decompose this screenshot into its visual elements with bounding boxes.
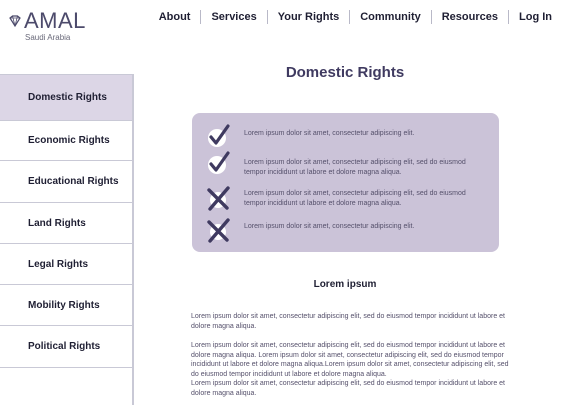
brand-subtitle: Saudi Arabia xyxy=(25,33,71,42)
sidebar-item-label: Political Rights xyxy=(28,341,101,352)
checklist-item: Lorem ipsum dolor sit amet, consectetur … xyxy=(206,185,484,211)
checklist-item-text: Lorem ipsum dolor sit amet, consectetur … xyxy=(244,159,466,176)
sidebar-item-label: Mobility Rights xyxy=(28,299,100,311)
checklist-item: Lorem ipsum dolor sit amet, consectetur … xyxy=(206,217,484,243)
sidebar-empty-slot xyxy=(0,367,133,405)
sidebar-item-land-rights[interactable]: Land Rights xyxy=(0,202,133,243)
cross-icon xyxy=(207,186,230,211)
checklist-item-text: Lorem ipsum dolor sit amet, consectetur … xyxy=(244,190,466,207)
sidebar-item-label: Economic Rights xyxy=(28,135,110,146)
sidebar-item-domestic-rights[interactable]: Domestic Rights xyxy=(0,74,133,120)
sidebar-item-label: Educational Rights xyxy=(28,176,119,187)
checklist-item: Lorem ipsum dolor sit amet, consectetur … xyxy=(206,150,484,178)
page-title: Domestic Rights xyxy=(285,64,405,81)
cross-icon xyxy=(207,218,230,243)
sidebar-item-mobility-rights[interactable]: Mobility Rights xyxy=(0,284,133,325)
sidebar-item-label: Domestic Rights xyxy=(28,92,107,103)
top-navigation: About Services Your Rights Community Res… xyxy=(149,10,552,24)
sidebar-item-legal-rights[interactable]: Legal Rights xyxy=(0,243,133,284)
checklist-item-text: Lorem ipsum dolor sit amet, consectetur … xyxy=(244,130,415,137)
body-paragraph: Lorem ipsum dolor sit amet, consectetur … xyxy=(191,342,509,378)
checklist-item-text: Lorem ipsum dolor sit amet, consectetur … xyxy=(244,223,415,230)
sidebar-item-label: Legal Rights xyxy=(28,258,89,270)
section-title: Lorem ipsum xyxy=(313,279,377,290)
check-icon xyxy=(208,151,230,174)
body-paragraph: Lorem ipsum dolor sit amet, consectetur … xyxy=(191,380,505,397)
brand-name: AMAL xyxy=(24,8,86,33)
sidebar-item-political-rights[interactable]: Political Rights xyxy=(0,325,133,367)
sidebar-item-educational-rights[interactable]: Educational Rights xyxy=(0,160,133,202)
sidebar-item-economic-rights[interactable]: Economic Rights xyxy=(0,120,133,160)
rights-sidebar: Domestic Rights Economic Rights Educatio… xyxy=(0,74,134,405)
sidebar-item-label: Land Rights xyxy=(28,217,86,229)
nav-your-rights[interactable]: Your Rights xyxy=(268,10,350,24)
diamond-logo-icon xyxy=(9,15,21,28)
check-icon xyxy=(208,124,230,147)
rights-checklist-panel: Lorem ipsum dolor sit amet, consectetur … xyxy=(192,113,499,252)
nav-resources[interactable]: Resources xyxy=(432,10,508,24)
nav-community[interactable]: Community xyxy=(350,10,431,24)
nav-about[interactable]: About xyxy=(149,10,201,24)
body-paragraph: Lorem ipsum dolor sit amet, consectetur … xyxy=(191,313,505,330)
nav-log-in[interactable]: Log In xyxy=(509,10,552,24)
checklist-item: Lorem ipsum dolor sit amet, consectetur … xyxy=(206,123,484,149)
brand-logo[interactable]: AMAL Saudi Arabia xyxy=(8,10,98,42)
nav-services[interactable]: Services xyxy=(201,10,266,24)
